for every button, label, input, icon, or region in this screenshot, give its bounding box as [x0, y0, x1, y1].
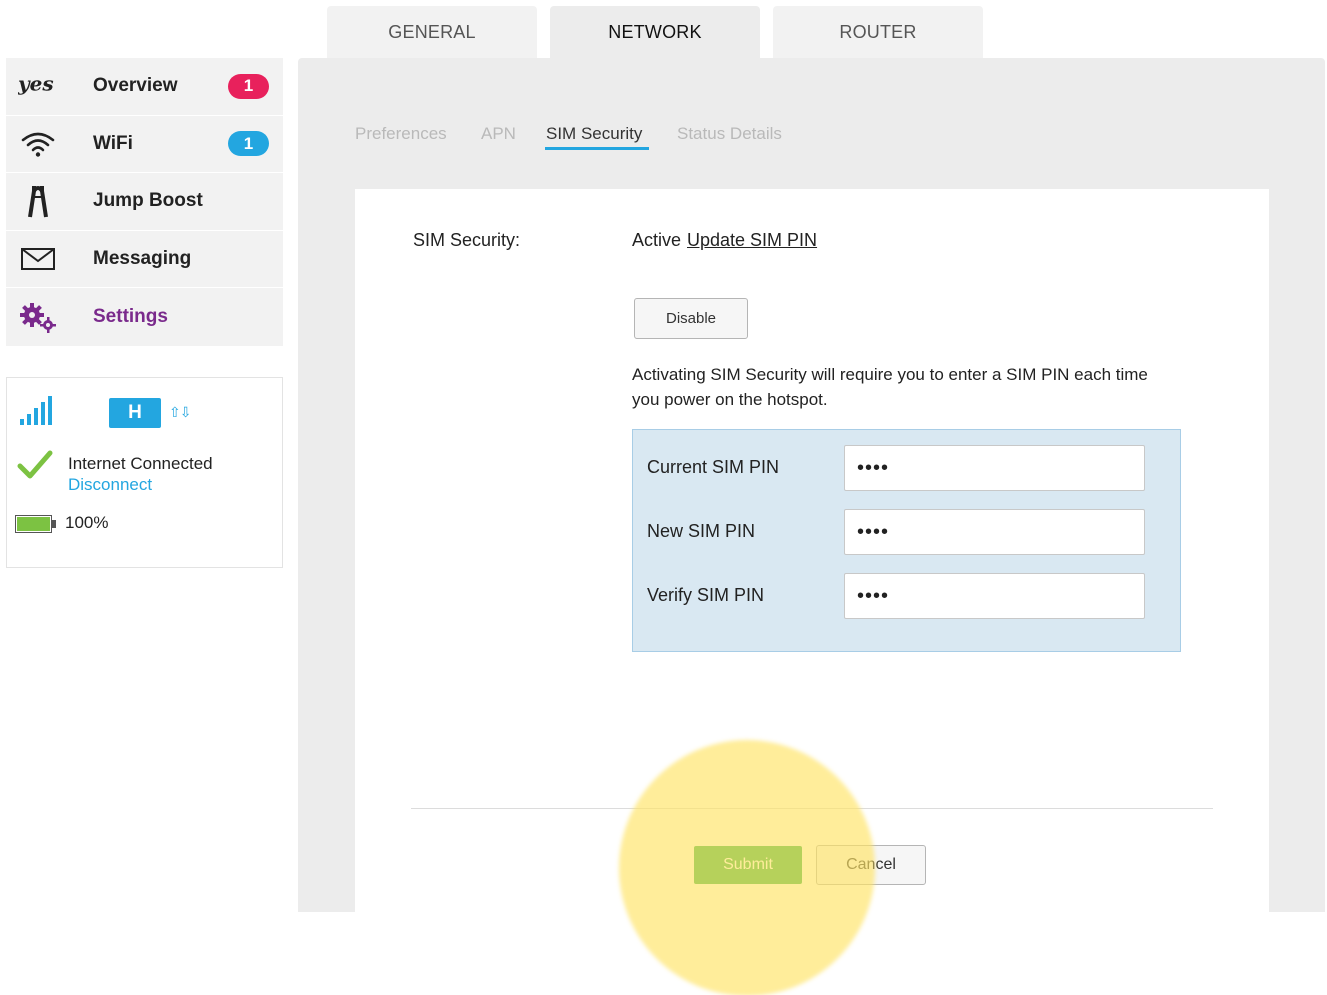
tab-general[interactable]: GENERAL: [327, 6, 537, 58]
sidebar-item-messaging[interactable]: Messaging: [6, 231, 283, 288]
envelope-icon: [18, 239, 58, 279]
wifi-icon: [18, 124, 58, 164]
signal-bars-icon: [19, 394, 55, 431]
notification-badge: 1: [228, 73, 269, 99]
current-pin-input[interactable]: [844, 445, 1145, 491]
sidebar-menu: yes Overview 1 WiFi 1 Jump Boost Messagi…: [6, 58, 283, 346]
verify-pin-input[interactable]: [844, 573, 1145, 619]
up-down-arrows-icon: ⇧⇩: [169, 404, 191, 420]
network-type-badge: H: [109, 398, 161, 428]
sidebar-item-label: Jump Boost: [93, 190, 203, 212]
gears-icon: [18, 297, 58, 337]
check-icon: [17, 450, 53, 485]
svg-text:yes: yes: [18, 72, 54, 96]
connection-status: Internet Connected: [68, 454, 213, 473]
yes-logo-icon: yes: [18, 66, 58, 106]
tab-router[interactable]: ROUTER: [773, 6, 983, 58]
current-pin-label: Current SIM PIN: [647, 457, 780, 477]
verify-pin-label: Verify SIM PIN: [647, 585, 765, 605]
update-sim-pin-link[interactable]: Update SIM PIN: [687, 230, 817, 251]
tab-apn[interactable]: APN: [481, 124, 516, 144]
sidebar-item-jump-boost[interactable]: Jump Boost: [6, 173, 283, 231]
battery-percentage: 100%: [65, 513, 109, 532]
disconnect-link[interactable]: Disconnect: [68, 475, 152, 495]
sidebar-item-settings[interactable]: Settings: [6, 288, 283, 346]
sidebar-item-label: WiFi: [93, 132, 133, 154]
battery-icon: [15, 515, 56, 533]
sidebar-item-overview[interactable]: yes Overview 1: [6, 58, 283, 116]
sim-security-status: Active: [632, 230, 682, 250]
sidebar-item-label: Overview: [93, 75, 178, 97]
sim-security-label: SIM Security:: [413, 230, 521, 250]
new-pin-label: New SIM PIN: [647, 521, 756, 541]
notification-badge: 1: [228, 131, 269, 157]
tab-network[interactable]: NETWORK: [550, 6, 760, 58]
cancel-button[interactable]: Cancel: [816, 845, 926, 885]
new-pin-input[interactable]: [844, 509, 1145, 555]
divider: [411, 808, 1213, 809]
jump-boost-icon: [18, 181, 58, 221]
sim-security-description: Activating SIM Security will require you…: [632, 365, 1148, 409]
tab-status-details[interactable]: Status Details: [677, 124, 782, 144]
active-tab-indicator: [545, 147, 649, 150]
sidebar-item-label: Settings: [93, 305, 168, 327]
tab-sim-security[interactable]: SIM Security: [546, 124, 642, 144]
sidebar-item-wifi[interactable]: WiFi 1: [6, 116, 283, 173]
tab-preferences[interactable]: Preferences: [355, 124, 447, 144]
disable-button[interactable]: Disable: [634, 298, 748, 339]
sidebar-item-label: Messaging: [93, 247, 192, 269]
submit-button[interactable]: Submit: [694, 846, 802, 884]
status-panel: H ⇧⇩ Internet Connected Disconnect 100%: [6, 377, 283, 568]
